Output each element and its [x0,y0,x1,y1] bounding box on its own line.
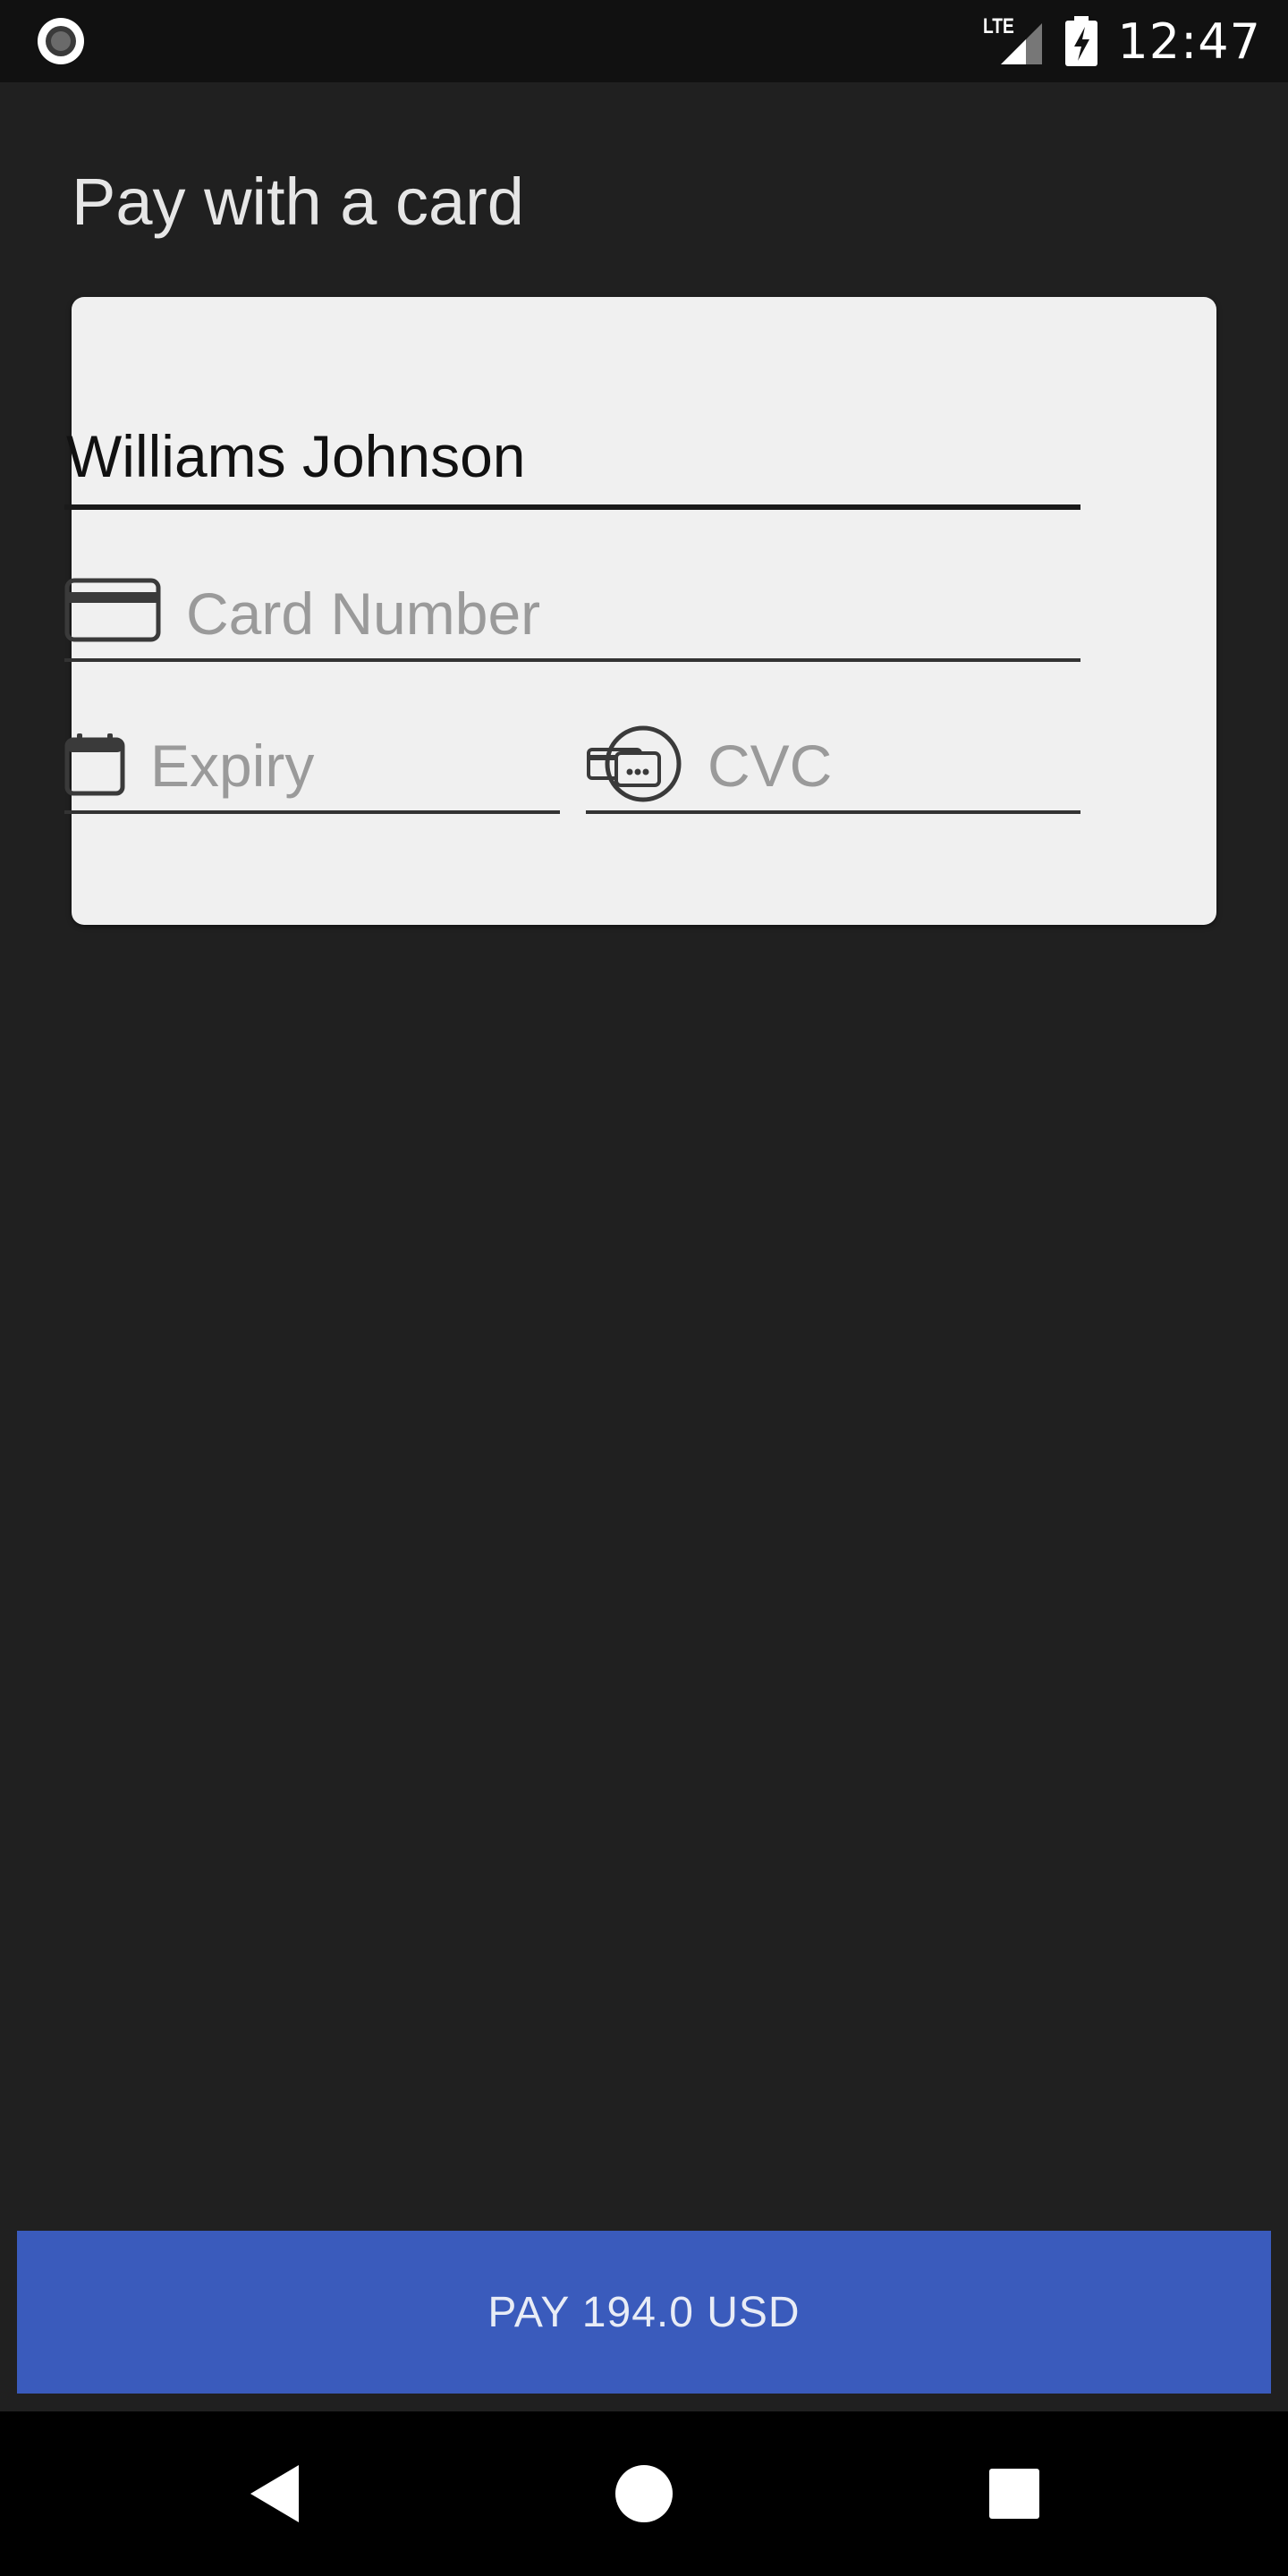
navigation-bar [0,2411,1288,2576]
status-bar: LTE 12:47 [0,0,1288,82]
field-underline [586,810,1080,814]
status-time: 12:47 [1117,13,1261,70]
signal-indicator: LTE [983,14,1046,68]
card-number-input[interactable] [186,578,1072,649]
recents-button[interactable] [970,2449,1059,2538]
expiry-field[interactable] [64,714,560,814]
battery-charging-icon [1065,16,1098,66]
card-number-field[interactable] [64,562,1080,662]
page-title: Pay with a card [72,165,524,239]
expiry-input[interactable] [150,730,553,801]
cardholder-name-input[interactable] [66,420,1068,492]
field-underline [64,504,1080,510]
back-icon [250,2465,299,2522]
back-button[interactable] [231,2449,320,2538]
card-cvc-icon [587,725,682,802]
recording-indicator-icon [38,18,84,64]
recents-icon [989,2469,1039,2519]
pay-button[interactable]: PAY 194.0 USD [17,2231,1271,2394]
home-icon [615,2465,673,2522]
cvc-input[interactable] [708,730,1074,801]
credit-card-icon [64,578,161,642]
cardholder-name-field[interactable] [64,394,1080,510]
pay-button-label: PAY 194.0 USD [487,2288,801,2336]
cvc-field[interactable] [586,714,1080,814]
status-icons: LTE 12:47 [983,0,1261,82]
field-underline [64,658,1080,662]
signal-icon [1001,23,1043,64]
field-underline [64,810,560,814]
home-button[interactable] [599,2449,689,2538]
calendar-icon [64,733,125,796]
